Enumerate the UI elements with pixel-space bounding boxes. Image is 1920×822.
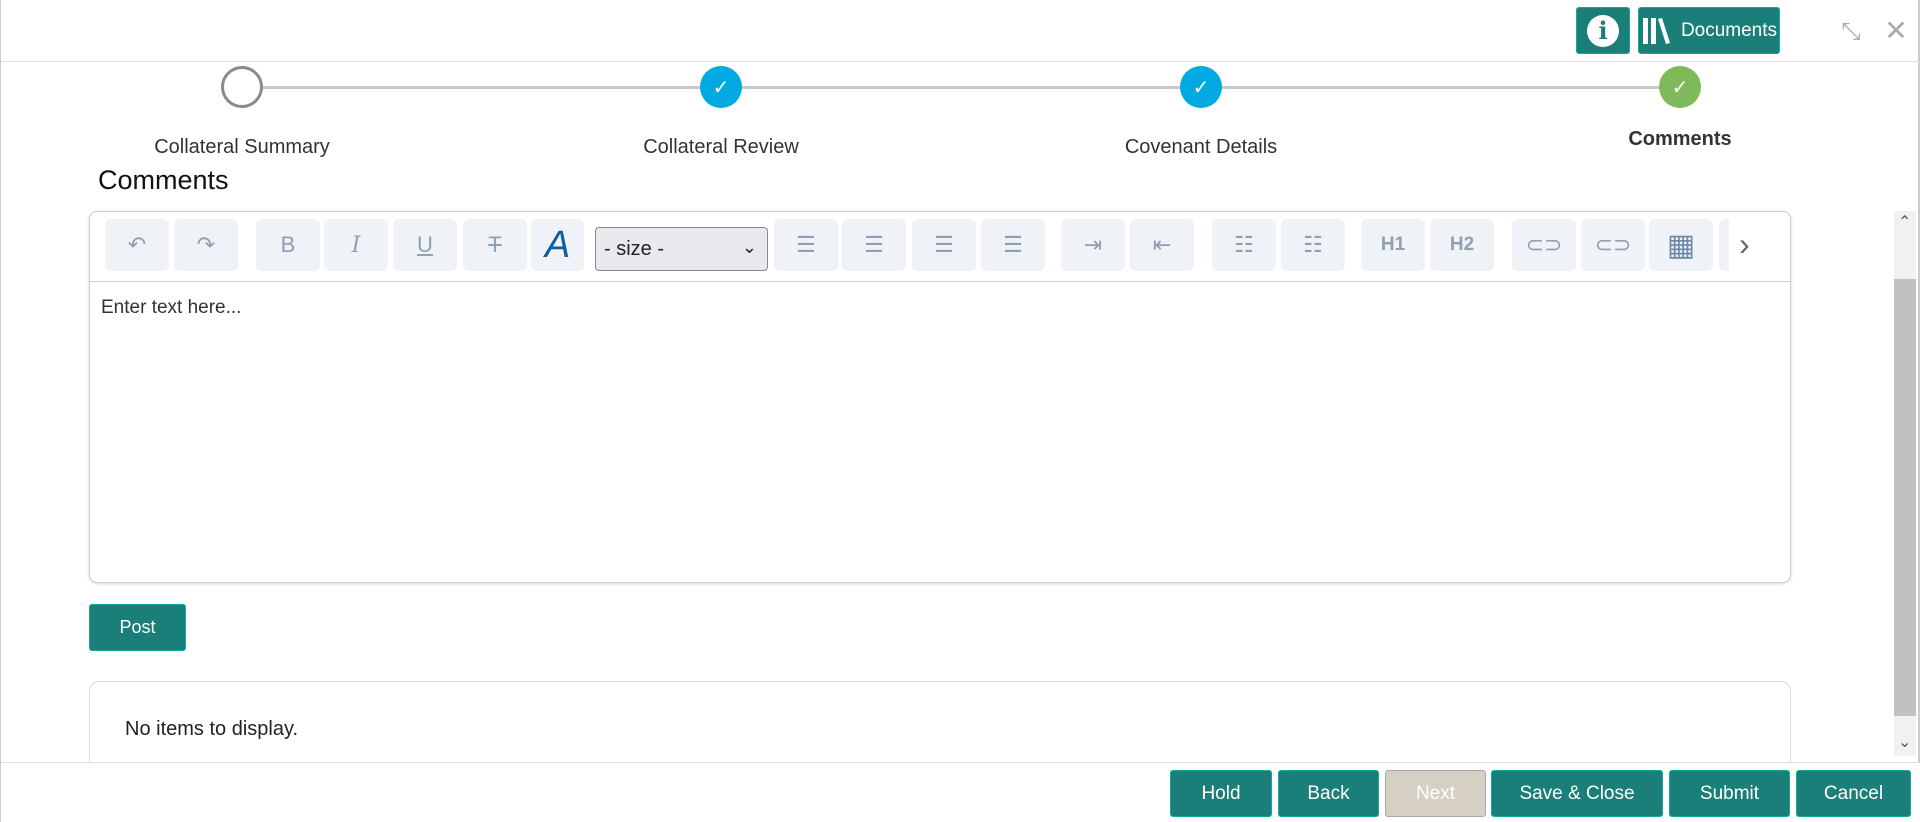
next-label: Next xyxy=(1415,782,1456,804)
post-label: Post xyxy=(119,617,156,637)
toolbar-overflow-button[interactable] xyxy=(1719,219,1729,271)
cancel-label: Cancel xyxy=(1823,782,1884,804)
info-button[interactable]: i xyxy=(1576,7,1630,54)
align-right-icon: ☰ xyxy=(934,232,954,257)
step-label[interactable]: Covenant Details xyxy=(1125,136,1277,159)
step-circle-collateral-summary[interactable] xyxy=(221,66,263,108)
toolbar-divider xyxy=(90,281,1790,282)
step-circle-comments[interactable]: ✓ xyxy=(1659,66,1701,108)
outdent-icon: ⇤ xyxy=(1152,232,1172,257)
comments-list xyxy=(89,681,1791,771)
redo-button[interactable]: ↷ xyxy=(174,219,238,271)
undo-icon: ↶ xyxy=(127,232,147,257)
save-close-label: Save & Close xyxy=(1519,782,1635,804)
undo-button[interactable]: ↶ xyxy=(105,219,169,271)
chevron-down-icon: ⌄ xyxy=(741,237,757,257)
cancel-button[interactable]: Cancel xyxy=(1796,770,1911,817)
unlink-icon: ⊂⊃ xyxy=(1594,232,1632,257)
post-button[interactable]: Post xyxy=(89,604,186,651)
documents-label: Documents xyxy=(1680,19,1778,41)
align-center-button[interactable]: ☰ xyxy=(842,219,906,271)
documents-button[interactable]: Documents xyxy=(1638,7,1780,54)
check-icon: ✓ xyxy=(1671,76,1689,99)
empty-state-text: No items to display. xyxy=(125,718,299,740)
strikethrough-button[interactable]: T xyxy=(463,219,527,271)
info-icon: i xyxy=(1587,14,1619,47)
font-size-value: - size - xyxy=(604,238,664,260)
heading1-button[interactable]: H1 xyxy=(1361,219,1425,271)
library-icon xyxy=(1642,17,1670,44)
back-button[interactable]: Back xyxy=(1278,770,1379,817)
align-left-icon: ☰ xyxy=(796,232,816,257)
heading2-button[interactable]: H2 xyxy=(1430,219,1494,271)
bullet-list-icon: ☷ xyxy=(1234,232,1254,257)
section-title: Comments xyxy=(98,165,229,195)
align-left-button[interactable]: ☰ xyxy=(774,219,838,271)
link-icon: ⊂⊃ xyxy=(1525,232,1563,257)
back-label: Back xyxy=(1307,782,1350,804)
numbered-list-button[interactable]: ☷ xyxy=(1281,219,1345,271)
submit-label: Submit xyxy=(1699,782,1760,804)
underline-button[interactable]: U xyxy=(393,219,457,271)
table-icon: ▦ xyxy=(1666,228,1696,262)
step-circle-collateral-review[interactable]: ✓ xyxy=(700,66,742,108)
indent-button[interactable]: ⇥ xyxy=(1061,219,1125,271)
footer-divider xyxy=(1,762,1920,763)
font-color-button[interactable]: A xyxy=(531,219,584,271)
chevron-right-icon[interactable]: › xyxy=(1739,226,1750,263)
justify-icon: ☰ xyxy=(1003,232,1023,257)
table-button[interactable]: ▦ xyxy=(1649,219,1713,271)
italic-button[interactable]: I xyxy=(324,219,388,271)
bullet-list-button[interactable]: ☷ xyxy=(1212,219,1276,271)
font-size-select[interactable]: - size - ⌄ xyxy=(595,227,768,271)
bold-icon: B xyxy=(280,232,296,257)
minimize-icon[interactable]: ⤡ xyxy=(1837,18,1865,46)
align-center-icon: ☰ xyxy=(864,232,884,257)
font-color-icon: A xyxy=(544,223,571,266)
numbered-list-icon: ☷ xyxy=(1303,232,1323,257)
header-divider xyxy=(1,61,1920,62)
scroll-up-icon[interactable]: ⌃ xyxy=(1898,212,1911,232)
hold-button[interactable]: Hold xyxy=(1170,770,1272,817)
step-label[interactable]: Comments xyxy=(1628,128,1731,151)
scroll-down-icon[interactable]: ⌄ xyxy=(1898,732,1911,752)
submit-button[interactable]: Submit xyxy=(1669,770,1790,817)
underline-icon: U xyxy=(417,232,433,257)
scrollbar-thumb[interactable] xyxy=(1894,279,1916,716)
check-icon: ✓ xyxy=(1192,76,1210,99)
indent-icon: ⇥ xyxy=(1083,232,1103,257)
justify-button[interactable]: ☰ xyxy=(981,219,1045,271)
outdent-button[interactable]: ⇤ xyxy=(1130,219,1194,271)
step-label[interactable]: Collateral Summary xyxy=(154,136,330,159)
align-right-button[interactable]: ☰ xyxy=(912,219,976,271)
hold-label: Hold xyxy=(1201,782,1241,804)
close-icon[interactable]: ✕ xyxy=(1883,14,1909,46)
strikethrough-icon: T xyxy=(488,232,502,257)
next-button[interactable]: Next xyxy=(1385,770,1486,817)
check-icon: ✓ xyxy=(712,76,730,99)
link-button[interactable]: ⊂⊃ xyxy=(1512,219,1576,271)
heading2-icon: H2 xyxy=(1449,234,1475,255)
editor-text-area[interactable]: Enter text here... xyxy=(101,297,241,319)
step-circle-covenant-details[interactable]: ✓ xyxy=(1180,66,1222,108)
step-label[interactable]: Collateral Review xyxy=(643,136,799,159)
redo-icon: ↷ xyxy=(196,232,216,257)
unlink-button[interactable]: ⊂⊃ xyxy=(1581,219,1645,271)
bold-button[interactable]: B xyxy=(256,219,320,271)
save-close-button[interactable]: Save & Close xyxy=(1491,770,1663,817)
stepper-track xyxy=(263,86,1680,89)
heading1-icon: H1 xyxy=(1380,234,1406,255)
italic-icon: I xyxy=(351,232,361,258)
